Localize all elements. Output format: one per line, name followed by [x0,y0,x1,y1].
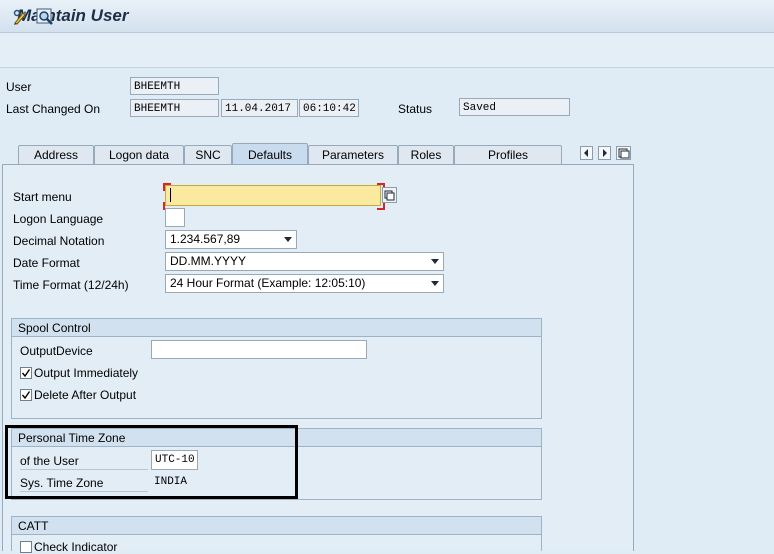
status-label: Status [398,102,433,116]
chevron-down-icon[interactable] [284,237,292,242]
tab-list-icon [618,148,630,159]
value-help-icon [384,190,395,201]
logon-language-input[interactable] [165,208,185,227]
start-menu-input[interactable] [165,185,381,206]
output-device-label: OutputDevice [20,344,93,358]
chevron-down-icon[interactable] [431,259,439,264]
delete-after-output-label: Delete After Output [34,388,137,402]
header-area [0,68,774,140]
output-immediately-checkbox[interactable] [20,367,32,379]
chevron-down-icon[interactable] [431,281,439,286]
text-cursor [170,188,171,202]
checkmark-icon [21,369,31,378]
start-menu-label: Start menu [13,190,72,204]
decimal-notation-value: 1.234.567,89 [170,232,241,246]
highlight-box [5,425,298,499]
logon-language-label: Logon Language [13,212,104,226]
last-changed-label: Last Changed On [6,102,101,116]
user-label: User [6,80,32,94]
last-changed-user-field[interactable]: BHEEMTH [130,99,219,117]
tab-defaults[interactable]: Defaults [232,143,308,165]
decimal-notation-label: Decimal Notation [13,234,105,248]
status-field[interactable]: Saved [459,98,570,116]
spool-control-title: Spool Control [12,319,541,337]
time-format-value: 24 Hour Format (Example: 12:05:10) [170,276,366,290]
output-immediately-label: Output Immediately [34,366,139,380]
tab-address[interactable]: Address [18,145,94,164]
toolbar [0,33,774,68]
time-format-label: Time Format (12/24h) [13,278,129,292]
check-indicator-label: Check Indicator [34,540,118,554]
change-display-icon[interactable] [12,8,30,26]
last-changed-time-field[interactable]: 06:10:42 [299,99,359,117]
output-device-input[interactable] [151,340,367,359]
other-view-icon[interactable] [36,8,54,26]
tab-scroll-left-button[interactable] [580,146,593,160]
tab-scroll-right-button[interactable] [598,146,611,160]
tab-logon-data[interactable]: Logon data [94,145,184,164]
decimal-notation-select[interactable]: 1.234.567,89 [165,230,297,249]
chevron-left-icon [584,149,588,157]
user-field[interactable]: BHEEMTH [130,77,219,95]
delete-after-output-checkbox[interactable] [20,389,32,401]
date-format-select[interactable]: DD.MM.YYYY [165,252,444,271]
value-help-button[interactable] [382,187,397,203]
date-format-value: DD.MM.YYYY [170,254,247,268]
page-title: Maintain User [17,6,129,25]
tab-roles[interactable]: Roles [398,145,454,164]
tab-profiles[interactable]: Profiles [454,145,562,164]
date-format-label: Date Format [13,256,80,270]
tab-list-button[interactable] [616,146,631,160]
chevron-right-icon [603,149,607,157]
check-indicator-checkbox[interactable] [20,541,32,553]
tab-parameters[interactable]: Parameters [308,145,398,164]
time-format-select[interactable]: 24 Hour Format (Example: 12:05:10) [165,274,444,293]
checkmark-icon [21,391,31,400]
catt-title: CATT [12,517,541,535]
tab-snc[interactable]: SNC [184,145,232,164]
last-changed-date-field[interactable]: 11.04.2017 [221,99,298,117]
